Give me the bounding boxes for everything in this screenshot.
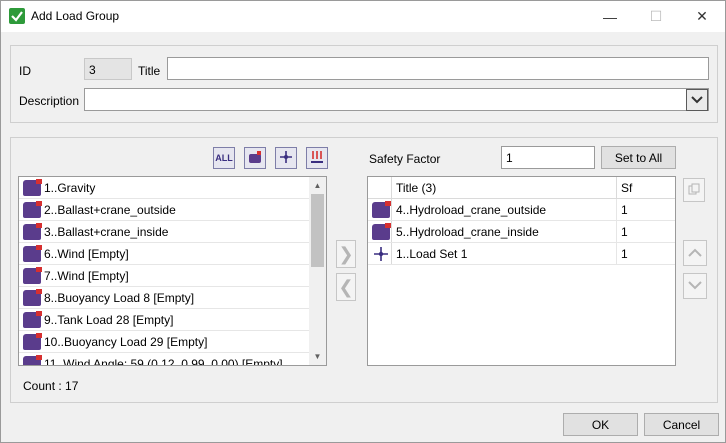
description-dropdown-button[interactable] <box>686 89 708 111</box>
title-input[interactable] <box>167 57 709 80</box>
list-item[interactable]: 10..Buoyancy Load 29 [Empty] <box>19 331 326 353</box>
minimize-button[interactable]: — <box>587 1 633 32</box>
ok-button[interactable]: OK <box>563 413 638 436</box>
safety-factor-value: 1 <box>506 151 513 165</box>
list-item[interactable]: 9..Tank Load 28 [Empty] <box>19 309 326 331</box>
chevron-up-icon <box>688 246 702 260</box>
id-value: 3 <box>89 63 96 77</box>
list-item[interactable]: 3..Ballast+crane_inside <box>19 221 326 243</box>
selected-loads-grid[interactable]: Title (3) Sf 4..Hydroload_crane_outside 1… <box>367 176 676 366</box>
list-item-label: 1..Gravity <box>44 180 96 195</box>
grid-header: Title (3) Sf <box>368 177 675 199</box>
all-label: ALL <box>215 153 233 163</box>
add-to-group-button[interactable]: ❯ <box>336 240 356 268</box>
copy-icon <box>688 183 700 198</box>
table-row[interactable]: 4..Hydroload_crane_outside 1 <box>368 199 675 221</box>
list-item-label: 3..Ballast+crane_inside <box>44 224 169 239</box>
load-set-filter-button[interactable] <box>275 147 297 169</box>
load-icon <box>372 222 391 240</box>
move-up-button[interactable] <box>683 240 707 266</box>
safety-factor-input[interactable]: 1 <box>501 146 595 169</box>
load-icon <box>23 178 42 196</box>
list-item-label: 10..Buoyancy Load 29 [Empty] <box>44 334 208 349</box>
column-title[interactable]: Title (3) <box>392 177 617 198</box>
table-row[interactable]: 1..Load Set 11 <box>368 243 675 265</box>
close-button[interactable]: ✕ <box>679 1 725 32</box>
chevron-left-icon: ❮ <box>338 276 354 297</box>
available-loads-list[interactable]: 1..Gravity 2..Ballast+crane_outside 3..Bal… <box>18 176 327 366</box>
list-item[interactable]: 6..Wind [Empty] <box>19 243 326 265</box>
list-item-label: 6..Wind [Empty] <box>44 246 129 261</box>
column-sf[interactable]: Sf <box>617 177 673 198</box>
load-icon <box>248 150 262 166</box>
load-icon <box>23 222 42 240</box>
available-list-scrollbar[interactable]: ▲ ▼ <box>309 177 326 365</box>
table-row[interactable]: 5..Hydroload_crane_inside 1 <box>368 221 675 243</box>
scroll-down-icon[interactable]: ▼ <box>309 348 326 365</box>
title-label: Title <box>138 64 161 78</box>
down-arrows-icon <box>310 150 324 166</box>
id-field: 3 <box>84 58 132 80</box>
row-sf[interactable]: 1 <box>617 199 673 220</box>
copy-button[interactable] <box>683 178 705 202</box>
chevron-down-icon <box>691 93 703 107</box>
row-title: 5..Hydroload_crane_inside <box>392 221 617 242</box>
list-item-label: 8..Buoyancy Load 8 [Empty] <box>44 290 195 305</box>
id-label: ID <box>19 64 31 78</box>
scroll-thumb[interactable] <box>311 194 324 267</box>
set-to-all-button[interactable]: Set to All <box>601 146 676 169</box>
maximize-button[interactable]: ☐ <box>633 1 679 32</box>
load-icon <box>23 332 42 350</box>
row-title: 4..Hydroload_crane_outside <box>392 199 617 220</box>
title-bar: Add Load Group — ☐ ✕ <box>1 1 725 32</box>
move-arrows-icon <box>279 150 293 166</box>
scroll-up-icon[interactable]: ▲ <box>309 177 326 194</box>
list-item-label: 7..Wind [Empty] <box>44 268 129 283</box>
checkmark-icon <box>9 8 25 24</box>
list-item-label: 11..Wind Angle: 59 (0.12, 0.99, 0.00) [E… <box>44 356 283 366</box>
load-icon <box>23 200 42 218</box>
load-set-icon <box>372 246 390 262</box>
chevron-right-icon: ❯ <box>338 243 354 264</box>
list-item[interactable]: 8..Buoyancy Load 8 [Empty] <box>19 287 326 309</box>
safety-factor-label: Safety Factor <box>369 152 441 166</box>
add-load-group-dialog: Add Load Group — ☐ ✕ ID 3 Title Descript… <box>0 0 726 443</box>
chevron-down-icon <box>688 279 702 293</box>
count-text: Count : 17 <box>23 379 79 393</box>
list-item[interactable]: 7..Wind [Empty] <box>19 265 326 287</box>
list-item-label: 9..Tank Load 28 [Empty] <box>44 312 174 327</box>
row-title: 1..Load Set 1 <box>392 243 617 264</box>
load-filter-button[interactable] <box>244 147 266 169</box>
row-sf[interactable]: 1 <box>617 221 673 242</box>
description-dropdown[interactable] <box>84 88 709 111</box>
load-icon <box>23 244 42 262</box>
list-item[interactable]: 11..Wind Angle: 59 (0.12, 0.99, 0.00) [E… <box>19 353 326 366</box>
list-item[interactable]: 1..Gravity <box>19 177 326 199</box>
move-down-button[interactable] <box>683 273 707 299</box>
list-item-label: 2..Ballast+crane_outside <box>44 202 176 217</box>
window-title: Add Load Group <box>31 9 120 23</box>
load-icon <box>23 288 42 306</box>
row-sf[interactable]: 1 <box>617 243 673 264</box>
load-icon <box>372 200 391 218</box>
remove-from-group-button[interactable]: ❮ <box>336 273 356 301</box>
description-label: Description <box>19 94 80 108</box>
load-icon <box>23 310 42 328</box>
combination-filter-button[interactable] <box>306 147 328 169</box>
load-icon <box>23 266 42 284</box>
load-icon <box>23 354 42 365</box>
select-all-button[interactable]: ALL <box>213 147 235 169</box>
list-item[interactable]: 2..Ballast+crane_outside <box>19 199 326 221</box>
cancel-button[interactable]: Cancel <box>644 413 719 436</box>
